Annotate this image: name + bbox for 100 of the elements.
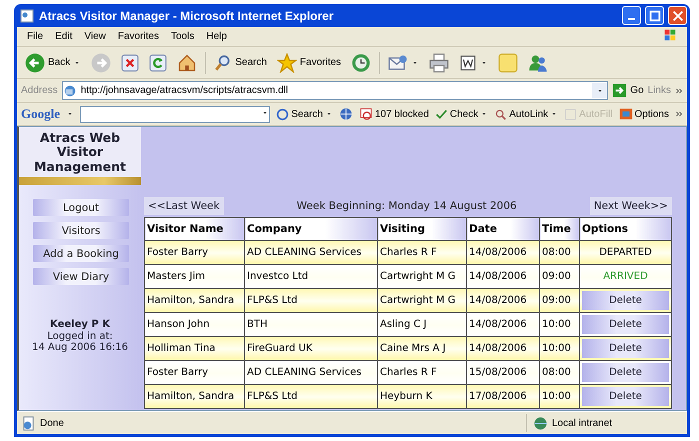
star-icon [276, 52, 297, 72]
windows-flag-icon [663, 28, 677, 42]
close-icon [670, 8, 684, 22]
table-cell: Hanson John [144, 312, 244, 336]
status-text: Done [40, 418, 64, 428]
delete-button[interactable]: Delete [582, 387, 669, 406]
address-label: Address [21, 85, 58, 96]
options-icon [618, 107, 633, 121]
people-icon [528, 52, 548, 72]
check-mark-icon [434, 108, 448, 120]
search-toolbar-button[interactable]: Search [212, 52, 269, 74]
table-cell: 10:00 [540, 384, 580, 408]
table-cell: Masters Jim [144, 264, 244, 288]
login-label: Logged in at: [46, 330, 114, 342]
column-header: Company [244, 218, 378, 240]
menu-item[interactable]: Favorites [112, 31, 165, 42]
next-week-button[interactable]: Next Week>> [590, 197, 672, 215]
table-cell: Foster Barry [144, 240, 244, 264]
print-toolbar-button[interactable] [427, 50, 452, 74]
delete-button[interactable]: Delete [582, 291, 669, 310]
google-logo[interactable]: Google [21, 106, 60, 122]
table-cell: Hamilton, Sandra [144, 288, 244, 312]
table-cell: Heyburn K [378, 384, 466, 408]
delete-button[interactable]: Delete [582, 339, 669, 358]
table-cell: 14/08/2006 [466, 240, 540, 264]
magnifier-icon [494, 108, 508, 120]
chevron-icon [675, 110, 683, 118]
menu-item[interactable]: View [78, 31, 112, 42]
table-cell: 17/08/2006 [466, 384, 540, 408]
table-cell: 10:00 [540, 312, 580, 336]
table-cell: 08:00 [540, 240, 580, 264]
table-cell: AD CLEANING Services [244, 240, 378, 264]
window-title: Atracs Visitor Manager - Microsoft Internet Explorer [39, 8, 335, 22]
google-search-button[interactable]: Search [276, 108, 333, 120]
column-header: Options [580, 218, 672, 240]
table-cell: Caine Mrs A J [378, 336, 466, 360]
visit-status: DEPARTED [599, 247, 652, 258]
menu-item[interactable]: Tools [164, 31, 200, 42]
options-button[interactable]: Options [618, 107, 669, 121]
table-cell: Charles R F [378, 240, 466, 264]
sidebar-nav-button[interactable]: Logout [33, 199, 129, 216]
document-icon [459, 54, 478, 72]
table-cell: Holliman Tina [144, 336, 244, 360]
table-cell: 09:00 [540, 288, 580, 312]
column-header: Visiting [378, 218, 466, 240]
table-cell: 14/08/2006 [466, 264, 540, 288]
table-cell: 14/08/2006 [466, 288, 540, 312]
stop-icon [121, 54, 140, 72]
week-label: Week Beginning: Monday 14 August 2006 [296, 200, 517, 212]
table-cell: 14/08/2006 [466, 312, 540, 336]
table-cell: Foster Barry [144, 360, 244, 384]
globe-icon [533, 416, 548, 430]
column-header: Time [540, 218, 580, 240]
last-week-button[interactable]: <<Last Week [144, 197, 224, 215]
back-toolbar-button[interactable]: Back [23, 50, 84, 74]
table-cell: Asling C J [378, 312, 466, 336]
chevron-icon [675, 86, 683, 94]
menu-item[interactable]: File [21, 31, 50, 42]
table-cell: FireGuard UK [244, 336, 378, 360]
refresh-toolbar-button[interactable] [147, 52, 170, 74]
envelope-icon [388, 52, 408, 72]
table-cell: 10:00 [540, 336, 580, 360]
app-title: Atracs Web Visitor Management [19, 127, 141, 178]
table-cell: 15/08/2006 [466, 360, 540, 384]
security-zone: Local intranet [552, 418, 612, 428]
house-icon [177, 52, 198, 72]
maximize-icon [648, 8, 662, 22]
note-icon [498, 52, 518, 72]
maximize-button[interactable] [645, 6, 664, 25]
blocked-window-icon [358, 107, 373, 121]
minimize-button[interactable] [622, 6, 641, 25]
globe-icon [338, 107, 353, 121]
table-cell: Cartwright M G [378, 264, 466, 288]
google-search-field[interactable] [80, 106, 270, 122]
close-button[interactable] [668, 6, 687, 25]
delete-button[interactable]: Delete [582, 363, 669, 382]
table-cell: Investco Ltd [244, 264, 378, 288]
search-icon [214, 54, 232, 72]
address-field[interactable]: http://johnsavage/atracsvm/scripts/atracsvm.dll [62, 81, 608, 100]
menu-item[interactable]: Help [200, 31, 233, 42]
delete-button[interactable]: Delete [582, 315, 669, 334]
sidebar-nav-button[interactable]: Visitors [33, 222, 129, 240]
table-cell: 14/08/2006 [466, 336, 540, 360]
popup-blocker-button[interactable]: 107 blocked [358, 107, 429, 121]
go-button[interactable]: Go [612, 83, 644, 98]
user-name: Keeley P K [49, 319, 112, 331]
clock-icon [351, 52, 372, 72]
favorites-toolbar-button[interactable]: Favorites [274, 50, 344, 74]
sidebar-nav-button[interactable]: Add a Booking [33, 245, 129, 262]
table-cell: AD CLEANING Services [244, 360, 378, 384]
menu-item[interactable]: Edit [49, 31, 78, 42]
autolink-button[interactable]: AutoLink [494, 108, 558, 120]
table-cell: 08:00 [540, 360, 580, 384]
stop-toolbar-button[interactable] [119, 52, 142, 74]
table-cell: Cartwright M G [378, 288, 466, 312]
minimize-icon [628, 18, 635, 20]
table-cell: FLP&S Ltd [244, 288, 378, 312]
spell-check-button[interactable]: Check [434, 108, 488, 120]
sidebar-nav-button[interactable]: View Diary [33, 268, 129, 286]
printer-icon [429, 52, 450, 72]
